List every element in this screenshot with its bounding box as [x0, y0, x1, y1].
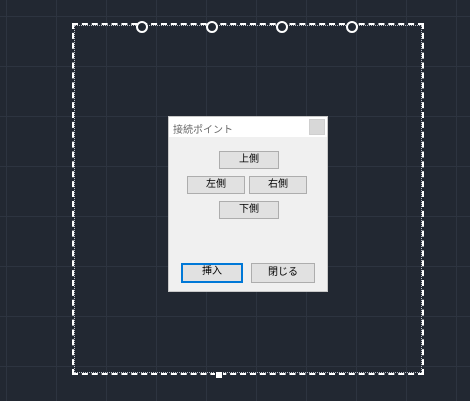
- right-side-button[interactable]: 右側: [249, 176, 307, 194]
- connection-point-2[interactable]: [206, 21, 218, 33]
- left-side-button[interactable]: 左側: [187, 176, 245, 194]
- close-button[interactable]: 閉じる: [251, 263, 315, 283]
- bottom-side-button[interactable]: 下側: [219, 201, 279, 219]
- connection-point-dialog: 接続ポイント 上側 左側 右側 下側 挿入 閉じる: [168, 116, 328, 292]
- insert-button[interactable]: 挿入: [181, 263, 243, 283]
- connection-point-1[interactable]: [136, 21, 148, 33]
- bottom-resize-handle[interactable]: [215, 371, 223, 379]
- close-icon[interactable]: [309, 119, 325, 135]
- connection-point-4[interactable]: [346, 21, 358, 33]
- dialog-title: 接続ポイント: [173, 125, 233, 136]
- dialog-titlebar[interactable]: 接続ポイント: [169, 117, 327, 137]
- connection-point-3[interactable]: [276, 21, 288, 33]
- top-side-button[interactable]: 上側: [219, 151, 279, 169]
